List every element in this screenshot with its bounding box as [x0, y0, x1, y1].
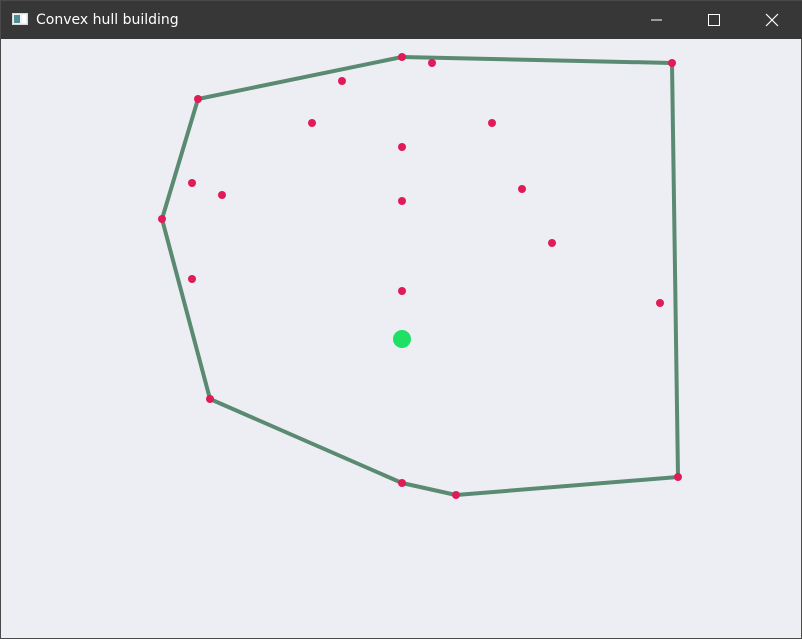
- close-icon: [765, 13, 779, 27]
- hull-scene: [158, 53, 682, 499]
- app-window-icon: [12, 13, 28, 25]
- maximize-button[interactable]: [685, 1, 743, 39]
- close-button[interactable]: [743, 1, 801, 39]
- point-11[interactable]: [518, 185, 526, 193]
- point-6[interactable]: [308, 119, 316, 127]
- point-3[interactable]: [428, 59, 436, 67]
- point-21[interactable]: [674, 473, 682, 481]
- point-20[interactable]: [452, 491, 460, 499]
- point-10[interactable]: [218, 191, 226, 199]
- point-19[interactable]: [398, 479, 406, 487]
- point-12[interactable]: [158, 215, 166, 223]
- point-1[interactable]: [194, 95, 202, 103]
- point-5[interactable]: [338, 77, 346, 85]
- minimize-button[interactable]: [627, 1, 685, 39]
- point-7[interactable]: [488, 119, 496, 127]
- point-17[interactable]: [656, 299, 664, 307]
- maximize-icon: [708, 14, 720, 26]
- center-point[interactable]: [393, 330, 411, 348]
- point-2[interactable]: [398, 53, 406, 61]
- point-13[interactable]: [398, 197, 406, 205]
- app-window: Convex hull building: [0, 0, 802, 639]
- drawing-canvas[interactable]: [1, 39, 801, 639]
- minimize-icon: [651, 19, 662, 21]
- point-15[interactable]: [188, 275, 196, 283]
- point-9[interactable]: [188, 179, 196, 187]
- point-4[interactable]: [668, 59, 676, 67]
- title-bar[interactable]: Convex hull building: [1, 1, 802, 39]
- window-title: Convex hull building: [36, 12, 179, 28]
- point-8[interactable]: [398, 143, 406, 151]
- point-14[interactable]: [548, 239, 556, 247]
- point-18[interactable]: [206, 395, 214, 403]
- point-16[interactable]: [398, 287, 406, 295]
- convex-hull: [160, 55, 680, 497]
